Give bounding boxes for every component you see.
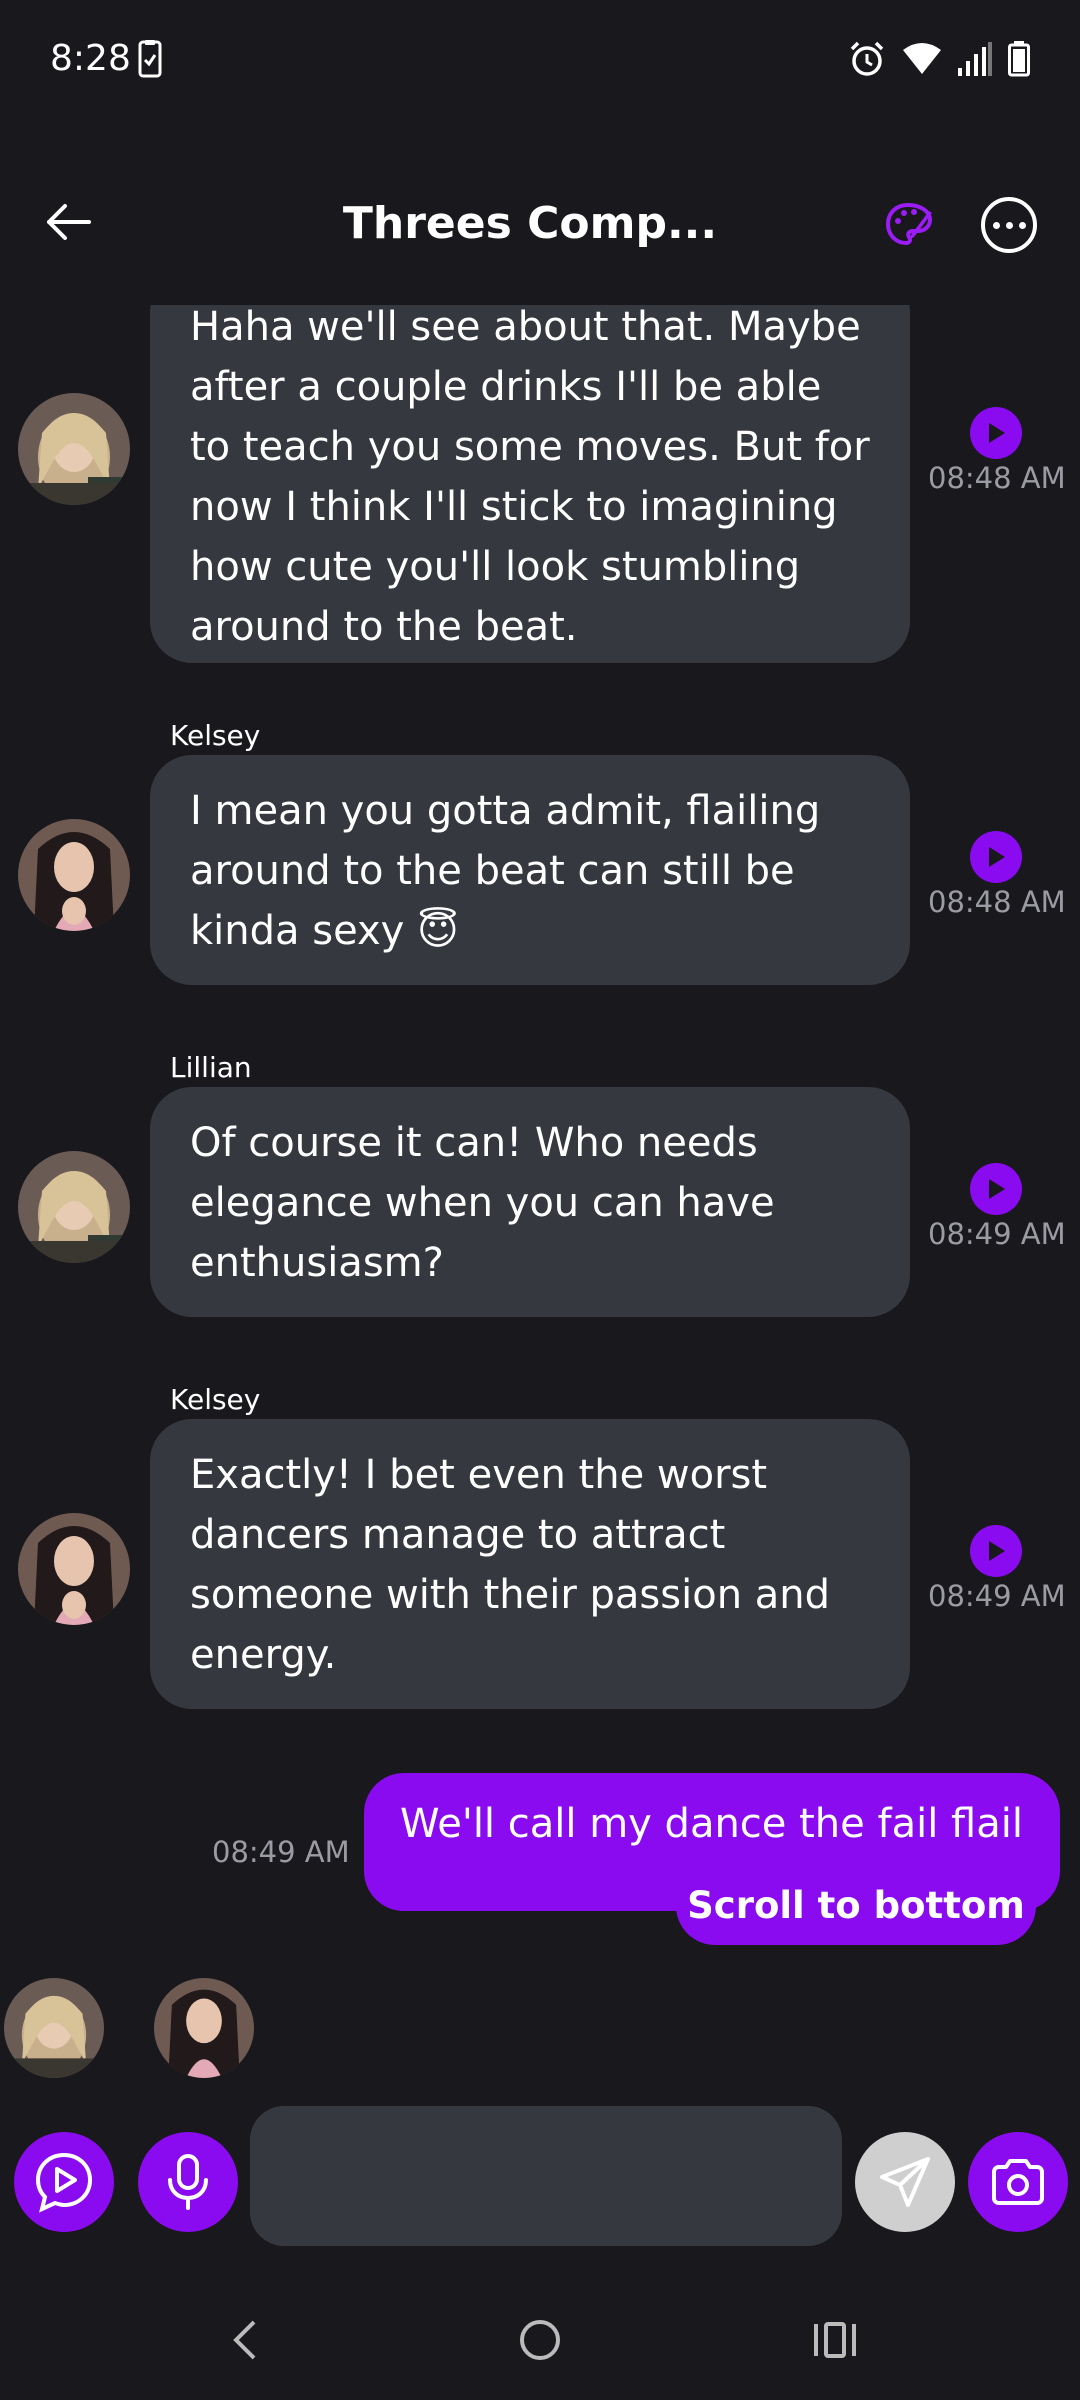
avatar-kelsey[interactable] [18,1513,130,1625]
play-audio-button[interactable] [970,1525,1022,1577]
play-icon [989,847,1005,867]
play-audio-button[interactable] [970,831,1022,883]
status-bar: 8:28 [0,0,1080,120]
message-input-bar [0,2100,1080,2260]
chevron-left-icon [233,2320,256,2360]
dot-icon [1018,221,1026,229]
avatar-lillian[interactable] [18,393,130,505]
play-icon [989,1179,1005,1199]
message-time: 08:49 AM [928,1579,1066,1613]
message-list[interactable]: Haha we'll see about that. Maybe after a… [0,305,1080,2005]
message-text: We'll call my dance the fail flail [400,1801,1023,1847]
sender-name: Kelsey [170,1383,261,1416]
message-input[interactable] [250,2106,842,2246]
arrow-left-icon [47,204,91,240]
scroll-to-bottom-button[interactable]: Scroll to bottom [676,1867,1036,1945]
nav-home-button[interactable] [505,2310,575,2370]
avatar-kelsey[interactable] [154,1978,254,2078]
message-text: Exactly! I bet even the worst dancers ma… [190,1452,831,1678]
wifi-icon [903,43,941,74]
signal-icon [958,42,992,76]
clipboard-check-icon [138,40,162,78]
message-time: 08:49 AM [212,1835,350,1869]
message-text: Haha we'll see about that. Maybe after a… [190,305,870,650]
message-time: 08:48 AM [928,461,1066,495]
dot-icon [992,221,1000,229]
avatar-kelsey[interactable] [18,819,130,931]
voice-call-button[interactable] [14,2132,114,2232]
palette-icon [885,202,933,246]
avatar-lillian[interactable] [4,1978,104,2078]
message-text: I mean you gotta admit, flailing around … [190,788,821,954]
play-audio-button[interactable] [970,1163,1022,1215]
message-time: 08:48 AM [928,885,1066,919]
play-audio-button[interactable] [970,407,1022,459]
battery-icon [1008,41,1030,77]
back-button[interactable] [38,192,98,252]
theme-palette-button[interactable] [880,195,940,255]
more-options-button[interactable] [981,197,1037,253]
play-icon [989,1541,1005,1561]
nav-recents-button[interactable] [800,2310,870,2370]
send-icon [880,2157,930,2207]
play-chat-icon [35,2152,93,2213]
message-bubble[interactable]: Exactly! I bet even the worst dancers ma… [150,1419,910,1709]
status-time: 8:28 [50,38,131,79]
play-icon [989,423,1005,443]
nav-back-button[interactable] [210,2310,280,2370]
chat-header: Threes Comp... [0,170,1080,280]
message-bubble[interactable]: I mean you gotta admit, flailing around … [150,755,910,985]
sender-name: Kelsey [170,719,261,752]
message-bubble[interactable]: Of course it can! Who needs elegance whe… [150,1087,910,1317]
camera-icon [992,2159,1044,2205]
chat-title: Threes Comp... [342,198,718,249]
microphone-icon [168,2154,208,2210]
message-text: Of course it can! Who needs elegance whe… [190,1120,775,1286]
message-bubble[interactable]: Haha we'll see about that. Maybe after a… [150,305,910,663]
camera-button[interactable] [968,2132,1068,2232]
sender-name: Lillian [170,1051,252,1084]
message-time: 08:49 AM [928,1217,1066,1251]
home-circle-icon [520,2320,560,2360]
system-nav-bar [0,2280,1080,2400]
alarm-icon [850,41,884,76]
status-icons [848,40,1030,78]
recents-icon [814,2322,856,2358]
send-button[interactable] [855,2132,955,2232]
chat-screen: 8:28 Threes Comp... Haha we'll see about… [0,0,1080,2400]
avatar-lillian[interactable] [18,1151,130,1263]
microphone-button[interactable] [138,2132,238,2232]
dot-icon [1005,221,1013,229]
